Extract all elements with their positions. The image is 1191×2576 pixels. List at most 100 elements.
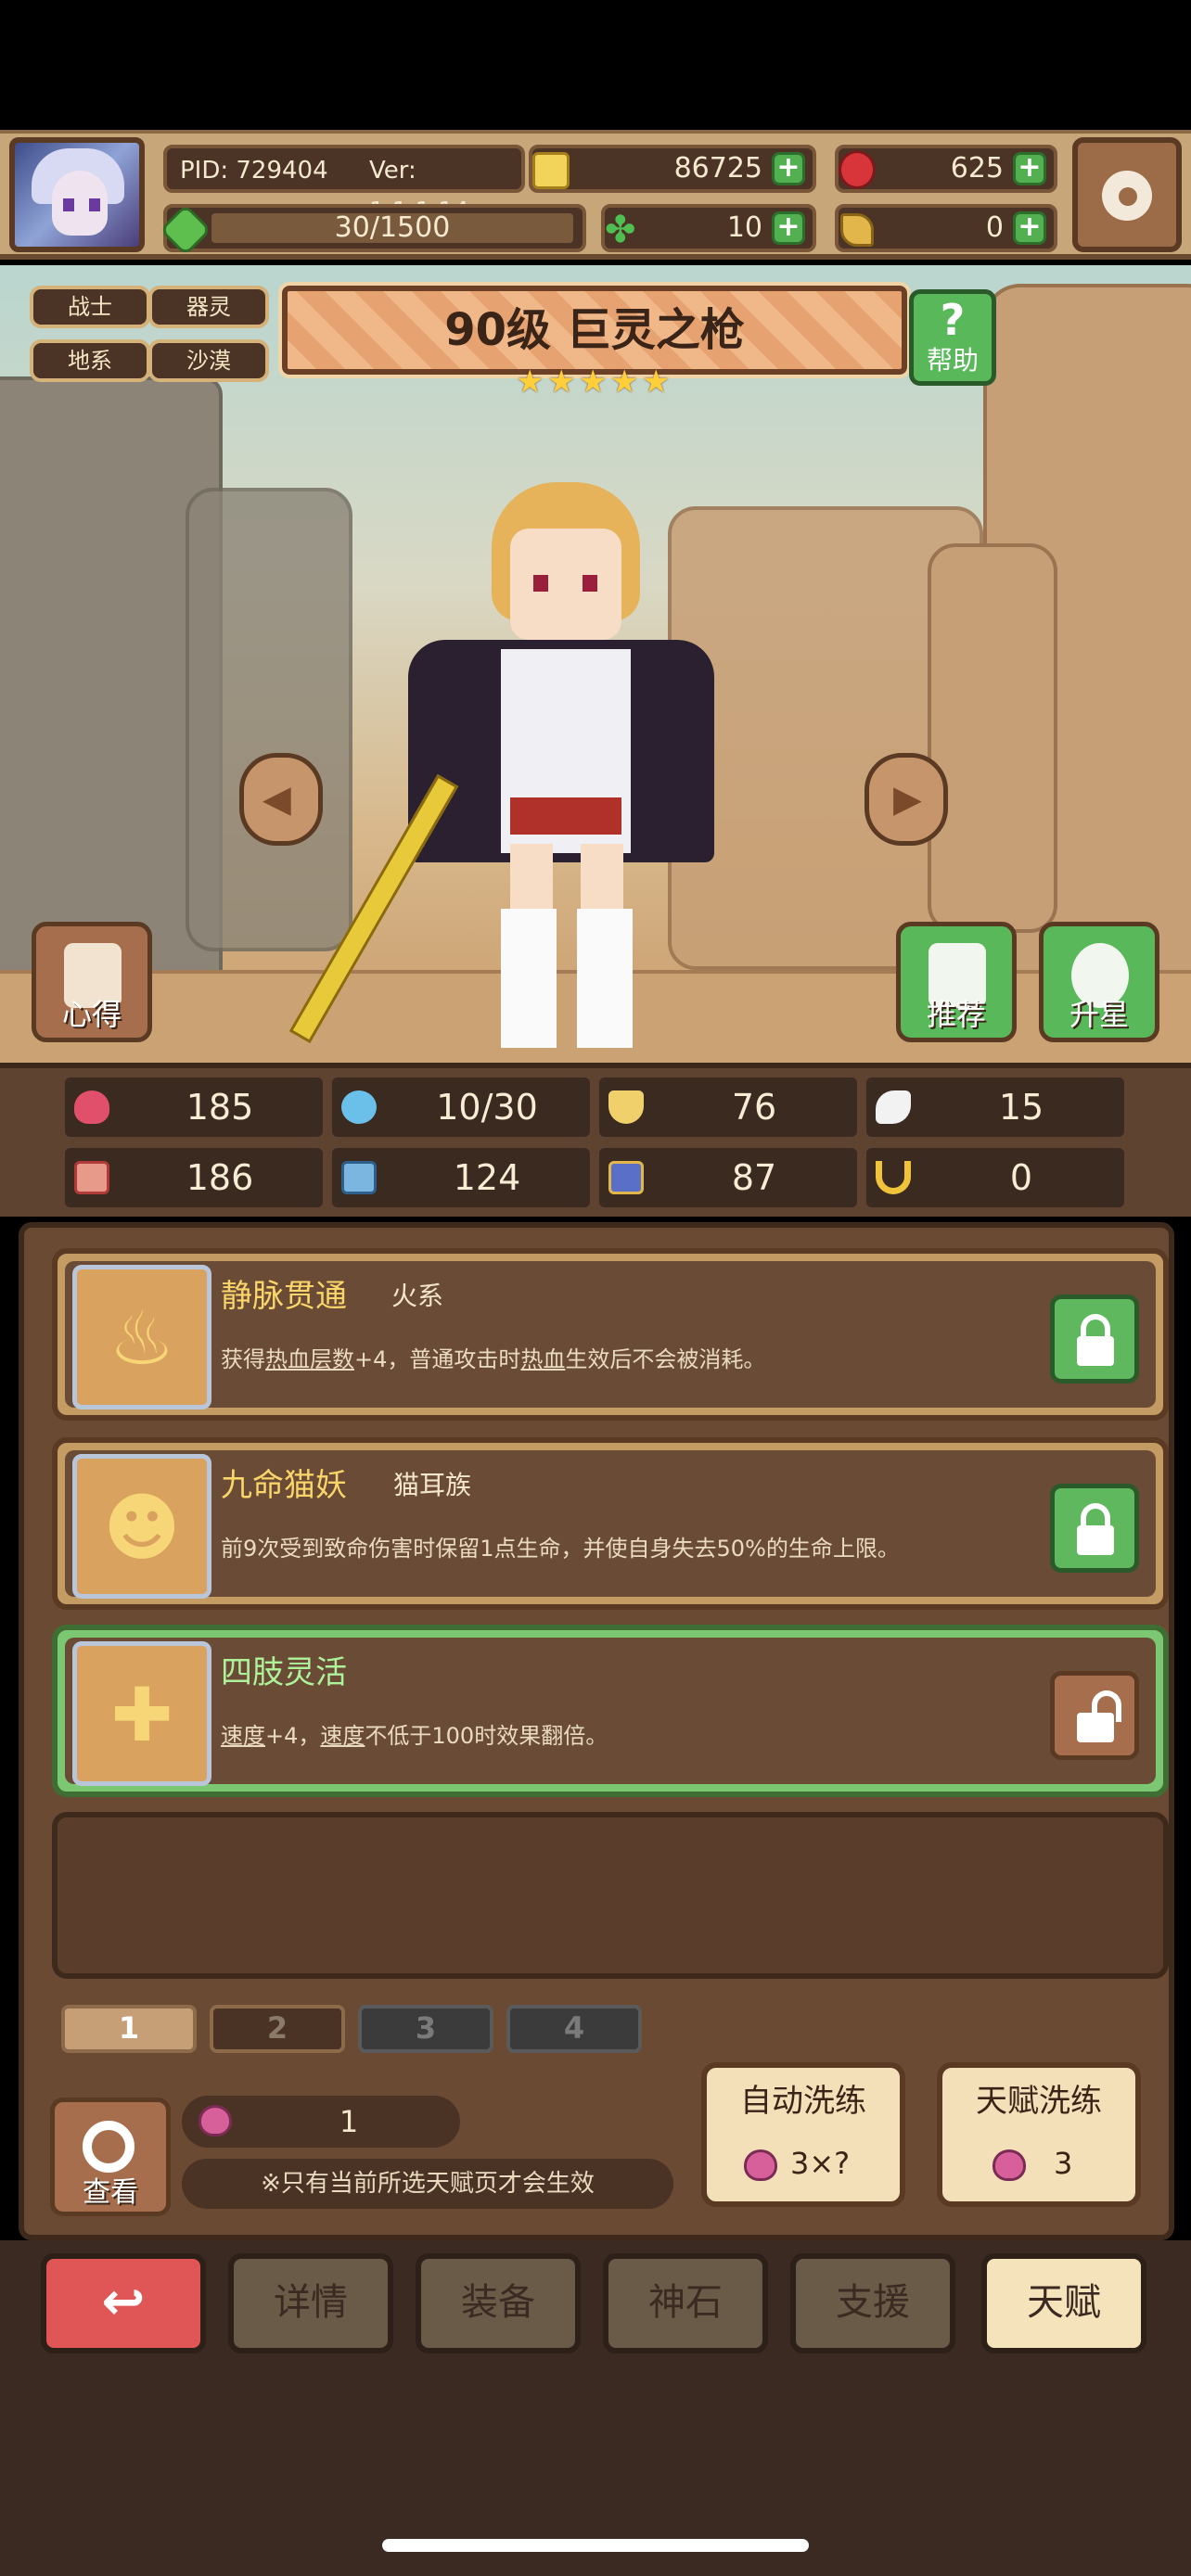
talent-page-tab-2[interactable]: 2	[210, 2005, 345, 2053]
nav-support[interactable]: 支援	[790, 2253, 955, 2353]
prev-hero-button[interactable]: ◀	[239, 753, 323, 846]
lock-toggle-button[interactable]	[1050, 1294, 1139, 1384]
talent-slot-1[interactable]: ♨ 静脉贯通 火系 获得热血层数+4，普通攻击时热血生效后不会被消耗。	[52, 1248, 1169, 1421]
peach-icon	[744, 2149, 777, 2181]
player-avatar[interactable]	[9, 137, 145, 252]
stat-mana: 10/30	[332, 1078, 590, 1137]
recommend-label: 推荐	[926, 997, 986, 1032]
talent-icon-box: ☻	[72, 1454, 211, 1599]
add-gold-button[interactable]: +	[772, 152, 805, 185]
heart-icon	[74, 1090, 109, 1124]
auto-wash-label: 自动洗练	[740, 2083, 866, 2120]
stamina-value: 30/1500	[334, 211, 451, 244]
return-arrow-icon: ↩	[101, 2272, 146, 2332]
talent-slot-3[interactable]: ✚ 四肢灵活 速度+4，速度不低于100时效果翻倍。	[52, 1625, 1169, 1797]
stat-value: 186	[186, 1157, 254, 1198]
auto-wash-button[interactable]: 自动洗练 3×?	[701, 2062, 905, 2207]
talent-slot-empty	[52, 1812, 1169, 1979]
peach-currency-box: 1	[182, 2096, 460, 2148]
status-bar	[0, 0, 1191, 130]
stat-magic: 124	[332, 1148, 590, 1207]
talent-wash-cost: 3	[1054, 2146, 1073, 2181]
lock-icon	[1077, 1336, 1114, 1366]
upgrade-star-button[interactable]: 升星	[1039, 922, 1159, 1042]
nav-talent[interactable]: 天赋	[981, 2253, 1146, 2353]
peach-icon	[992, 2149, 1026, 2181]
insight-label: 心得	[61, 997, 122, 1032]
talent-element: 猫耳族	[393, 1470, 472, 1500]
nav-equipment[interactable]: 装备	[416, 2253, 581, 2353]
peach-icon	[198, 2105, 232, 2136]
hero-sprite	[288, 464, 816, 1057]
tag-class[interactable]: 战士	[30, 286, 150, 328]
clover-box: ✤ 10 +	[601, 204, 816, 252]
nav-divine-stone[interactable]: 神石	[603, 2253, 768, 2353]
talent-desc: 获得热血层数+4，普通攻击时热血生效后不会被消耗。	[221, 1346, 766, 1372]
peach-count: 1	[339, 2104, 359, 2139]
stat-attack: 186	[65, 1148, 323, 1207]
add-gem-button[interactable]: +	[1013, 152, 1046, 185]
stat-value: 124	[453, 1157, 521, 1198]
stat-value: 185	[186, 1087, 254, 1128]
nav-details[interactable]: 详情	[228, 2253, 393, 2353]
talent-icon-box: ♨	[72, 1265, 211, 1409]
talent-page-tab-3[interactable]: 3	[358, 2005, 493, 2053]
talent-desc: 前9次受到致命伤害时保留1点生命，并使自身失去50%的生命上限。	[221, 1536, 900, 1562]
gem-box: 625 +	[835, 145, 1057, 193]
tag-region[interactable]: 沙漠	[148, 339, 269, 382]
gold-key-icon	[840, 213, 874, 247]
gold-amount: 86725	[673, 152, 762, 185]
stat-defense: 76	[599, 1078, 857, 1137]
next-hero-button[interactable]: ▶	[864, 753, 948, 846]
arrow-right-icon: ▶	[893, 778, 922, 821]
view-button[interactable]: 查看	[50, 2098, 171, 2216]
shield-icon	[608, 1090, 644, 1124]
gold-coin-icon	[532, 152, 570, 189]
key-box: 0 +	[835, 204, 1057, 252]
talent-page-note: ※只有当前所选天赋页才会生效	[182, 2159, 673, 2209]
talent-desc: 速度+4，速度不低于100时效果翻倍。	[221, 1723, 608, 1749]
back-button[interactable]: ↩	[41, 2253, 206, 2353]
talent-page-tab-1[interactable]: 1	[61, 2005, 197, 2053]
boot-icon	[608, 1161, 644, 1194]
insight-button[interactable]: 心得	[32, 922, 152, 1042]
fist-icon	[74, 1161, 109, 1194]
recommend-button[interactable]: 推荐	[896, 922, 1017, 1042]
settings-button[interactable]	[1072, 137, 1182, 252]
talent-wash-button[interactable]: 天赋洗练 3	[937, 2062, 1141, 2207]
stamina-box: 30/1500	[159, 203, 586, 257]
tag-type[interactable]: 器灵	[148, 286, 269, 328]
talent-panel: ♨ 静脉贯通 火系 获得热血层数+4，普通攻击时热血生效后不会被消耗。 ☻ 九命…	[19, 1222, 1174, 2240]
arrow-left-icon: ◀	[263, 778, 291, 821]
star-icon: ★	[579, 363, 608, 401]
water-drop-icon	[341, 1090, 377, 1124]
view-label: 查看	[83, 2176, 138, 2209]
cross-icon: ✚	[110, 1672, 173, 1758]
hero-title-banner: 90级 巨灵之枪	[278, 282, 911, 378]
lock-toggle-button[interactable]	[1050, 1671, 1139, 1760]
home-indicator	[382, 2539, 809, 2552]
stat-luck: 0	[866, 1148, 1124, 1207]
help-label: 帮助	[926, 345, 979, 376]
talent-name: 九命猫妖	[221, 1467, 347, 1504]
lock-toggle-button[interactable]	[1050, 1484, 1139, 1573]
star-rating: ★ ★ ★ ★ ★	[516, 363, 673, 404]
talent-slot-2[interactable]: ☻ 九命猫妖 猫耳族 前9次受到致命伤害时保留1点生命，并使自身失去50%的生命…	[52, 1437, 1169, 1610]
auto-wash-cost: 3×?	[790, 2146, 851, 2181]
tag-element[interactable]: 地系	[30, 339, 150, 382]
lock-icon	[1077, 1525, 1114, 1555]
hero-title: 90级 巨灵之枪	[444, 304, 745, 356]
pid-box: PID: 729404 Ver: 1.1.1.14	[163, 145, 525, 225]
clover-icon: ✤	[605, 209, 636, 251]
add-key-button[interactable]: +	[1013, 211, 1046, 245]
help-button[interactable]: ? 帮助	[909, 289, 996, 386]
talent-page-tab-4[interactable]: 4	[506, 2005, 642, 2053]
stat-value: 15	[998, 1087, 1044, 1128]
upgrade-label: 升星	[1069, 997, 1129, 1032]
stat-value: 0	[1009, 1157, 1033, 1198]
wing-icon	[876, 1090, 911, 1124]
add-clover-button[interactable]: +	[772, 211, 805, 245]
flame-icon: ♨	[109, 1295, 175, 1382]
star-icon: ★	[547, 363, 576, 401]
magnifier-icon	[83, 2121, 134, 2173]
